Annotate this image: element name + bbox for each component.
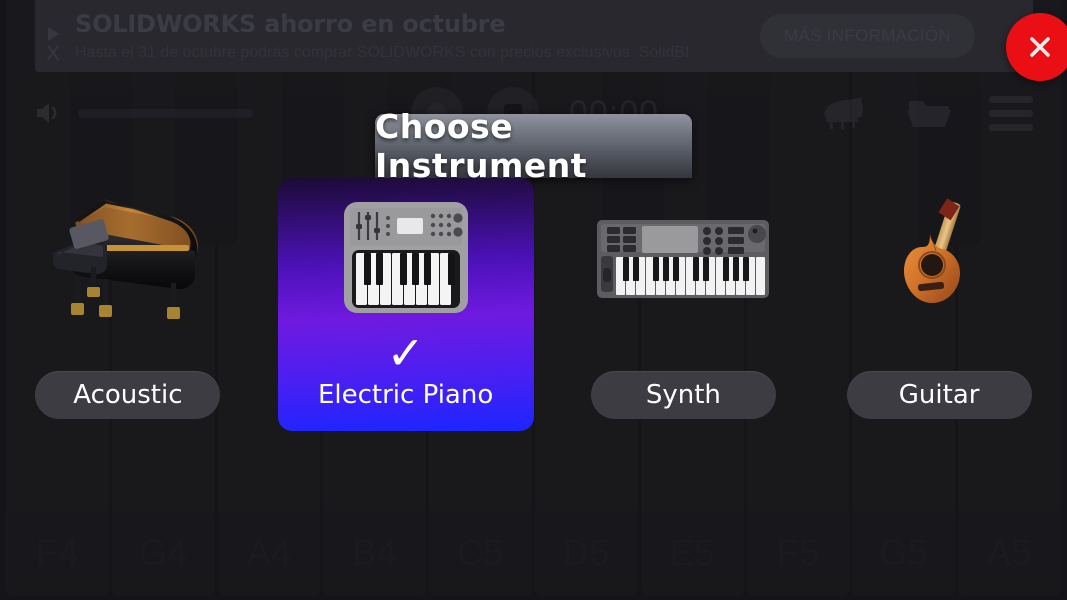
menu-line bbox=[989, 123, 1033, 131]
synth-keyboard-art bbox=[556, 192, 812, 322]
close-icon[interactable] bbox=[1006, 13, 1067, 81]
instrument-card-guitar[interactable]: Guitar bbox=[811, 178, 1067, 431]
ad-marker-group: X bbox=[35, 0, 71, 72]
grand-piano-icon[interactable] bbox=[817, 93, 869, 133]
instrument-card-electric-piano[interactable]: ✓ Electric Piano bbox=[277, 178, 534, 431]
instrument-label: Guitar bbox=[846, 371, 1032, 419]
menu-line bbox=[989, 109, 1033, 117]
ad-title: SOLIDWORKS ahorro en octubre bbox=[75, 10, 506, 38]
ad-cta-button[interactable]: MÁS INFORMACIÓN bbox=[760, 14, 975, 58]
speaker-icon[interactable] bbox=[34, 99, 64, 127]
dialog-title: Choose Instrument bbox=[375, 107, 587, 185]
close-x-glyph bbox=[1030, 37, 1050, 57]
menu-line bbox=[989, 95, 1033, 103]
instrument-card-synth[interactable]: Synth bbox=[556, 178, 812, 431]
selected-check-icon: ✓ bbox=[386, 326, 425, 380]
ad-subtitle: Hasta el 31 de octubre podrás comprar SO… bbox=[75, 44, 690, 61]
instrument-card-acoustic[interactable]: Acoustic bbox=[0, 178, 256, 431]
hamburger-menu-icon[interactable] bbox=[989, 95, 1033, 131]
ad-play-icon bbox=[47, 27, 59, 41]
ad-banner[interactable]: X SOLIDWORKS ahorro en octubre Hasta el … bbox=[35, 0, 1067, 81]
volume-slider[interactable] bbox=[78, 108, 253, 118]
ad-x-marker: X bbox=[46, 43, 60, 65]
toolbar-right-group bbox=[817, 93, 1067, 133]
electric-piano-art bbox=[278, 192, 534, 322]
folder-icon[interactable] bbox=[903, 93, 955, 133]
choose-instrument-header: Choose Instrument bbox=[375, 107, 692, 185]
instrument-label: Acoustic bbox=[35, 371, 221, 419]
instrument-label: Synth bbox=[590, 371, 776, 419]
ad-text-group: SOLIDWORKS ahorro en octubre Hasta el 31… bbox=[71, 10, 760, 62]
acoustic-guitar-art bbox=[811, 192, 1067, 322]
instrument-grid: Acoustic ✓ Electric Piano Synth Guitar bbox=[0, 178, 1067, 431]
app-root: F4 G4 A4 B4 C5 D5 E5 F5 G5 A5 bbox=[0, 0, 1067, 600]
toolbar-left-group bbox=[0, 99, 253, 127]
grand-piano-art bbox=[0, 192, 256, 322]
